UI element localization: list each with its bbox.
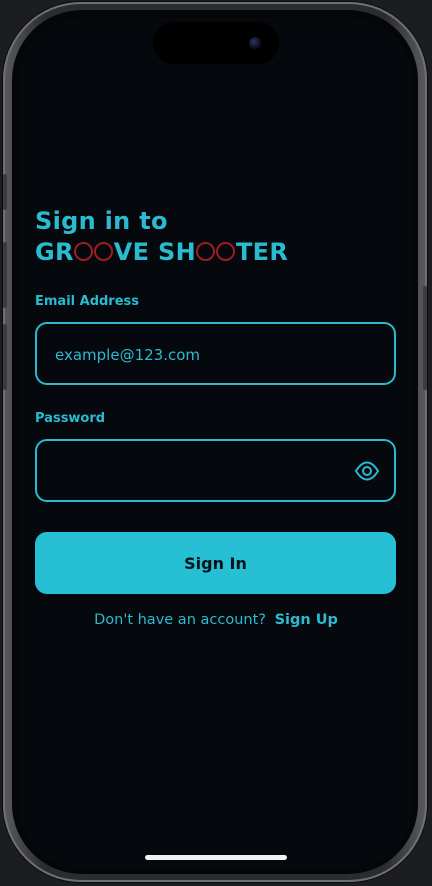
password-field-box[interactable]	[35, 439, 396, 502]
sign-up-link[interactable]: Sign Up	[275, 612, 338, 628]
brand-ring-icon	[196, 242, 216, 261]
volume-down-button	[3, 324, 7, 390]
power-button	[423, 286, 427, 390]
front-camera	[249, 37, 261, 49]
brand-ring-icon	[74, 242, 94, 261]
password-field[interactable]	[53, 441, 347, 502]
brand-text-part: VE SH	[113, 238, 196, 266]
brand-ring-icon	[216, 242, 236, 261]
dynamic-island	[153, 22, 279, 64]
password-label: Password	[35, 411, 106, 426]
signup-prompt: Don't have an account? Sign Up	[19, 612, 413, 628]
sign-in-button[interactable]: Sign In	[35, 532, 396, 594]
brand-text-part: TER	[235, 238, 289, 266]
eye-icon[interactable]	[354, 458, 380, 484]
email-label: Email Address	[35, 294, 140, 309]
brand-logo: GR VE SH TER	[35, 236, 288, 268]
page-title: Sign in to	[35, 207, 168, 235]
home-indicator[interactable]	[145, 855, 287, 860]
email-field[interactable]	[53, 324, 347, 385]
brand-ring-icon	[94, 242, 114, 261]
brand-text-part: GR	[35, 238, 74, 266]
signup-prompt-text: Don't have an account?	[94, 612, 266, 628]
phone-screen: Sign in to GR VE SH TER Email Address Pass…	[19, 18, 413, 868]
volume-up-button	[3, 242, 7, 308]
email-field-box[interactable]	[35, 322, 396, 385]
action-button	[3, 174, 7, 210]
